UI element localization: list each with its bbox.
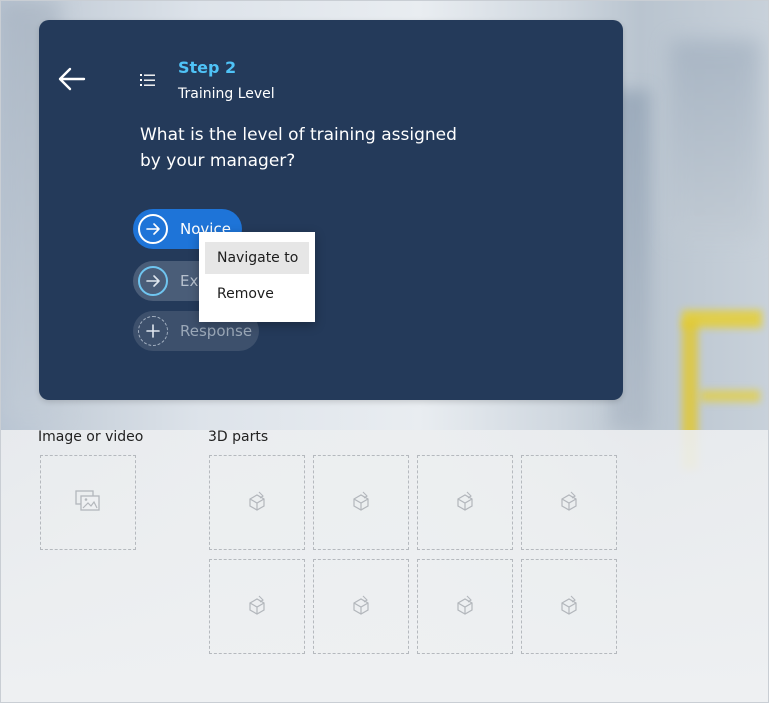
3d-part-icon — [454, 490, 476, 516]
3d-part-slot[interactable] — [313, 455, 409, 550]
3d-part-icon — [246, 490, 268, 516]
image-icon — [75, 489, 101, 516]
3d-part-icon — [350, 490, 372, 516]
context-menu: Navigate to Remove — [199, 232, 315, 322]
3d-parts-label: 3D parts — [208, 429, 269, 445]
3d-part-icon — [246, 594, 268, 620]
3d-part-icon — [558, 594, 580, 620]
3d-part-icon — [558, 490, 580, 516]
3d-part-slot[interactable] — [521, 559, 617, 654]
response-label: Response — [180, 322, 253, 340]
3d-part-slot[interactable] — [417, 559, 513, 654]
menu-item-remove[interactable]: Remove — [205, 278, 309, 310]
3d-part-slot[interactable] — [209, 455, 305, 550]
3d-part-slot[interactable] — [521, 455, 617, 550]
3d-part-icon — [454, 594, 476, 620]
3d-part-slot[interactable] — [209, 559, 305, 654]
question-text[interactable]: What is the level of training assigned b… — [140, 122, 480, 174]
back-arrow-icon[interactable] — [56, 64, 88, 94]
3d-part-icon — [350, 594, 372, 620]
step-card — [39, 20, 623, 400]
plus-icon — [138, 316, 168, 346]
step-name: Training Level — [178, 86, 275, 102]
arrow-right-icon — [138, 266, 168, 296]
image-video-slot[interactable] — [40, 455, 136, 550]
image-video-label: Image or video — [38, 429, 144, 445]
3d-part-slot[interactable] — [313, 559, 409, 654]
step-list-icon[interactable] — [139, 72, 157, 88]
arrow-right-icon — [138, 214, 168, 244]
step-number-title: Step 2 — [178, 58, 237, 77]
3d-part-slot[interactable] — [417, 455, 513, 550]
menu-item-navigate-to[interactable]: Navigate to — [205, 242, 309, 274]
